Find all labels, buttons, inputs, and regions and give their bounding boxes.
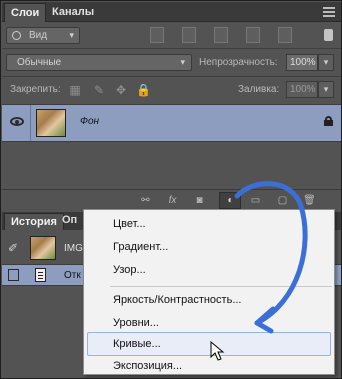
fx-icon[interactable]: fx [166, 195, 179, 207]
mask-icon[interactable]: ◙ [193, 195, 206, 207]
new-layer-icon[interactable]: ▢ [276, 195, 289, 207]
photoshop-panels: Слои Каналы Вид ▾ Обычные ▾ Непрозрачнос… [0, 0, 342, 379]
layer-name: Фон [80, 116, 100, 127]
fill-dropdown-icon[interactable]: ▾ [318, 81, 334, 98]
folder-icon[interactable]: ▭ [249, 195, 262, 207]
document-icon [35, 268, 46, 282]
blend-mode-select[interactable]: Обычные ▾ [6, 54, 192, 71]
lock-icon [324, 116, 333, 126]
tab-channels[interactable]: Каналы [46, 3, 100, 22]
layers-panel: Слои Каналы Вид ▾ Обычные ▾ Непрозрачнос… [2, 2, 341, 190]
link-icon[interactable]: ⚯ [139, 195, 152, 207]
filter-smart-object-icon[interactable] [278, 27, 292, 43]
menu-item-pattern[interactable]: Узор... [84, 258, 334, 282]
tab-layers[interactable]: Слои [4, 3, 47, 22]
fill-label: Заливка: [238, 84, 280, 95]
divider [2, 48, 341, 49]
snapshot-name: IMG [64, 243, 83, 254]
lock-move-icon[interactable]: ✥ [114, 84, 128, 96]
layers-bottom-bar: ⚯ fx ◙ ◐ ▭ ▢ 🗑 [2, 189, 341, 211]
menu-item-gradient[interactable]: Градиент... [84, 235, 334, 259]
history-source-checkbox[interactable] [8, 269, 19, 281]
eye-icon[interactable] [10, 117, 24, 126]
layer-row-background[interactable]: Фон [2, 104, 341, 142]
menu-item-curves[interactable]: Кривые... [87, 332, 331, 356]
search-icon [12, 31, 21, 40]
filter-pixel-icon[interactable] [150, 27, 164, 43]
tab-history[interactable]: История [4, 213, 64, 230]
menu-separator [110, 286, 332, 287]
history-step-name: Отк [64, 270, 81, 281]
filter-adjustment-icon[interactable] [182, 27, 196, 43]
chevron-down-icon: ▾ [69, 30, 74, 40]
half-circle-icon: ◐ [227, 195, 234, 206]
history-brush-icon: ✐ [8, 241, 19, 255]
lock-label: Закрепить: [10, 84, 61, 95]
trash-icon[interactable]: 🗑 [303, 195, 316, 207]
fill-input[interactable]: 100% [286, 81, 318, 98]
panel-menu-icon[interactable] [323, 7, 335, 17]
layers-tabbar: Слои Каналы [2, 2, 341, 22]
opacity-dropdown-icon[interactable]: ▾ [318, 54, 334, 71]
menu-item-color[interactable]: Цвет... [84, 212, 334, 236]
opacity-input[interactable]: 100% [286, 54, 318, 71]
menu-item-brightness-contrast[interactable]: Яркость/Контрастность... [84, 288, 334, 312]
lock-brush-icon[interactable]: ✎ [92, 84, 106, 96]
lock-all-icon[interactable]: 🔒 [136, 84, 151, 96]
divider [30, 105, 31, 141]
filter-toggle-switch[interactable] [324, 29, 333, 41]
layer-thumbnail [36, 109, 66, 137]
opacity-label: Непрозрачность: [199, 57, 278, 68]
blend-mode-value: Обычные [17, 57, 62, 68]
filter-type-icon[interactable] [214, 27, 228, 43]
layer-filter-select[interactable]: Вид ▾ [6, 27, 80, 44]
chevron-down-icon: ▾ [180, 57, 185, 67]
snapshot-thumbnail [30, 236, 56, 260]
adjustment-context-menu: Цвет... Градиент... Узор... Яркость/Конт… [83, 209, 335, 375]
lock-transparent-icon[interactable]: ▦ [68, 84, 82, 96]
filter-shape-icon[interactable] [246, 27, 260, 43]
tab-operations[interactable]: Оп [62, 214, 77, 226]
filter-value: Вид [29, 30, 48, 41]
mouse-pointer-icon [210, 341, 225, 361]
divider [2, 76, 341, 77]
menu-item-exposure[interactable]: Экспозиция... [84, 354, 334, 378]
